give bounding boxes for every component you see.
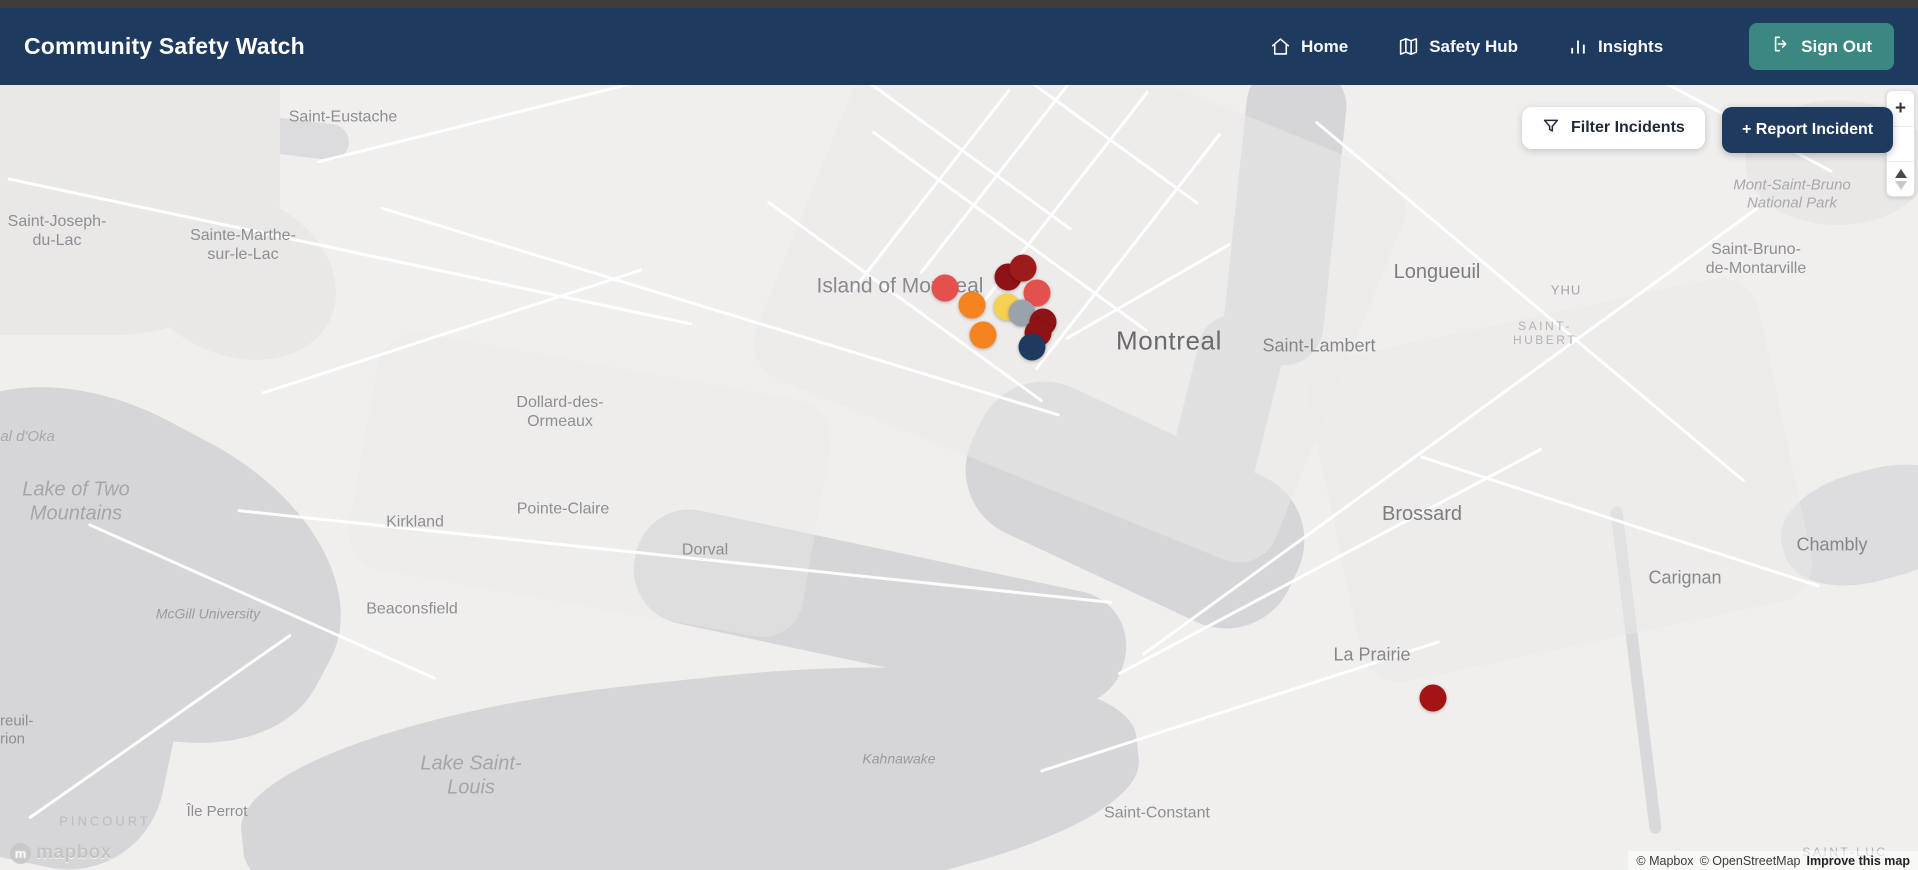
up-triangle-icon (1894, 168, 1907, 178)
map-label: nal d'Oka (0, 428, 55, 446)
page-title: Community Safety Watch (24, 33, 305, 59)
bar-chart-icon (1568, 37, 1588, 57)
map-terrain-shape (342, 326, 838, 644)
map-canvas[interactable]: Saint-Eustache Saint-Joseph-du-Lac Sainte-… (0, 85, 1918, 870)
nav-item-label: Insights (1598, 36, 1664, 56)
incident-marker[interactable] (1009, 254, 1037, 282)
incident-marker[interactable] (969, 321, 997, 349)
map-label: SAINT- HUBERT (1512, 318, 1578, 347)
osm-attribution-link[interactable]: © OpenStreetMap (1700, 854, 1801, 868)
map-label: Dollard-des- Ormeaux (516, 394, 604, 430)
map-label: Carignan (1648, 567, 1722, 588)
report-incident-button[interactable]: + Report Incident (1722, 107, 1894, 153)
incident-marker[interactable] (1018, 333, 1046, 361)
filter-incidents-button[interactable]: Filter Incidents (1522, 107, 1705, 149)
nav-item-home[interactable]: Home (1270, 36, 1348, 57)
map-label: Lake Saint- Louis (420, 752, 522, 798)
map-label: Saint-Constant (1104, 804, 1210, 822)
map-icon (1398, 36, 1419, 57)
nav-item-label: Safety Hub (1429, 36, 1518, 56)
main-nav: Home Safety Hub Insights Sign Out (1270, 23, 1894, 70)
map-label: Longueuil (1393, 261, 1481, 284)
incident-marker[interactable] (1419, 684, 1447, 712)
map-label: Saint-Eustache (288, 108, 398, 126)
funnel-icon (1542, 117, 1560, 140)
browser-chrome-strip (0, 0, 1918, 8)
map-label: PINCOURT (59, 813, 151, 829)
pitch-toggle-button[interactable] (1887, 161, 1914, 196)
map-label: Île Perrot (186, 803, 248, 821)
mapbox-attribution-link[interactable]: © Mapbox (1636, 854, 1693, 868)
map-label: Chambly (1796, 534, 1868, 555)
incident-marker[interactable] (958, 291, 986, 319)
map-label: Kahnawake (862, 750, 936, 767)
home-icon (1270, 36, 1291, 57)
mapbox-logo[interactable]: m mapbox (10, 842, 112, 864)
map-label: Saint-Joseph-du-Lac (7, 213, 107, 249)
map-label: Dorval (681, 541, 729, 559)
map-label: Brossard (1381, 503, 1463, 526)
map-label: Saint-Lambert (1262, 335, 1376, 356)
map-label: Kirkland (386, 513, 444, 531)
down-triangle-icon (1894, 180, 1907, 190)
map-label: Montreal (1116, 325, 1222, 356)
app-header: Community Safety Watch Home Safety Hub I… (0, 8, 1918, 85)
map-label: McGill University (155, 605, 261, 622)
sign-out-label: Sign Out (1801, 36, 1872, 56)
filter-incidents-label: Filter Incidents (1571, 119, 1685, 136)
map-label: reuil-rion (0, 712, 34, 747)
improve-map-link[interactable]: Improve this map (1807, 854, 1911, 868)
map-label: Saint-Bruno-de-Montarville (1705, 241, 1807, 277)
nav-item-label: Home (1300, 36, 1349, 56)
map-label: Beaconsfield (366, 600, 458, 618)
map-label: La Prairie (1333, 644, 1411, 665)
map-label: Pointe-Claire (516, 500, 610, 518)
map-attribution: © Mapbox © OpenStreetMap Improve this ma… (1628, 851, 1918, 870)
sign-out-icon (1771, 34, 1791, 59)
map-label: Mont-Saint-Bruno National Park (1733, 176, 1851, 211)
nav-item-insights[interactable]: Insights (1568, 37, 1663, 57)
mapbox-logo-icon: m (10, 842, 31, 864)
mapbox-logo-word: mapbox (36, 842, 112, 863)
map-label: YHU (1550, 282, 1582, 298)
map-label: Lake of Two Mountains (22, 478, 130, 524)
incident-marker[interactable] (931, 274, 959, 302)
nav-item-safety-hub[interactable]: Safety Hub (1398, 36, 1518, 57)
plus-icon: + (1894, 98, 1907, 119)
map-label: Sainte-Marthe-sur-le-Lac (190, 227, 296, 263)
sign-out-button[interactable]: Sign Out (1749, 23, 1894, 70)
